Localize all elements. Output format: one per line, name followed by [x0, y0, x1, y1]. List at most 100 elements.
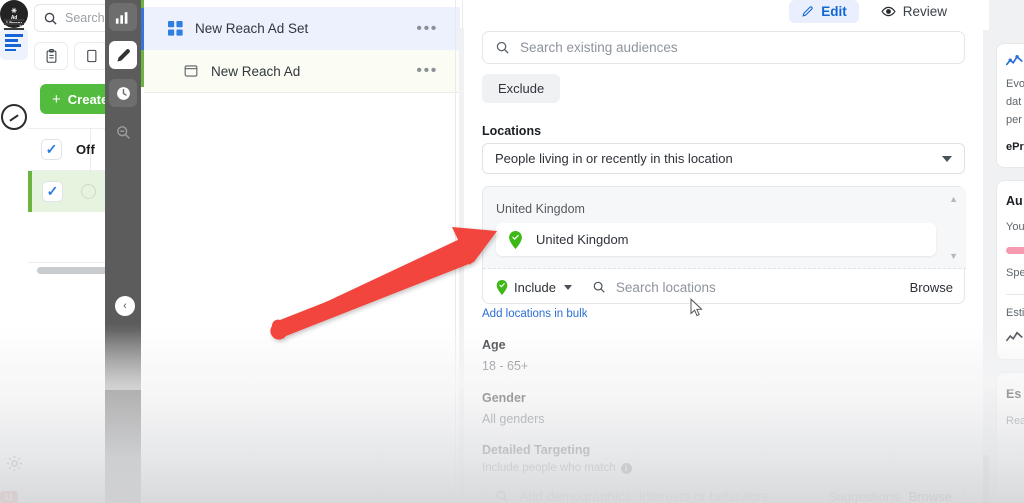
- detailed-targeting-sublabel-text: Include people who match: [482, 462, 616, 474]
- detailed-targeting-label: Detailed Targeting: [482, 443, 591, 457]
- suggestions-button[interactable]: Suggestions: [828, 489, 900, 503]
- card2-title: Au: [1006, 194, 1023, 208]
- card2-line-1: You: [1006, 221, 1024, 233]
- notification-badge[interactable]: 11: [0, 491, 18, 503]
- duplicate-icon[interactable]: [74, 42, 108, 70]
- list-toolbar: [34, 42, 108, 70]
- card2-line-2: Spe: [1006, 267, 1024, 279]
- chevron-down-icon: [563, 284, 572, 290]
- card3-title: Es: [1006, 387, 1022, 401]
- column-divider: [90, 128, 91, 212]
- accent-stripe-green-top: [141, 0, 144, 8]
- accent-stripe-blue: [141, 8, 144, 50]
- include-exclude-select[interactable]: Include: [496, 279, 572, 295]
- chevron-down-icon: [942, 155, 952, 162]
- gear-icon[interactable]: [2, 451, 26, 475]
- trend-line-icon: [1006, 55, 1023, 70]
- search-icon: [496, 490, 508, 502]
- selected-location-label: United Kingdom: [536, 232, 629, 247]
- plus-icon: +: [52, 90, 61, 108]
- panel-divider: [455, 0, 456, 503]
- accent-stripe-green-bottom: [141, 50, 144, 87]
- object-list-divider: [144, 92, 460, 93]
- card1-line-3: per: [1006, 114, 1022, 126]
- location-search-placeholder[interactable]: Search locations: [616, 280, 716, 295]
- info-icon[interactable]: i: [620, 462, 632, 474]
- detailed-targeting-placeholder: Add demographics, interests or behaviors: [519, 488, 769, 503]
- scroll-down-arrow-icon[interactable]: ▼: [949, 251, 958, 261]
- search-icon: [44, 12, 57, 25]
- right-info-panel: Evo dat per ePr Au You Spe Esti Es Rea: [989, 0, 1024, 503]
- browse-targeting-button[interactable]: Browse: [909, 489, 952, 503]
- screen-root: ✳ AdLibrary 11 Search: [0, 0, 1024, 503]
- locations-section-label: Locations: [482, 124, 542, 138]
- row-menu-icon[interactable]: •••: [416, 62, 438, 80]
- speedometer-icon[interactable]: [1, 104, 27, 130]
- map-pin-icon: [509, 230, 522, 249]
- pencil-icon: [802, 6, 813, 17]
- card1-line-2: dat: [1006, 96, 1022, 108]
- adset-grid-icon: [166, 20, 184, 38]
- bar-chart-icon[interactable]: [109, 3, 137, 31]
- exclude-button-label: Exclude: [498, 81, 545, 96]
- audience-search-input[interactable]: Search existing audiences: [482, 31, 965, 64]
- eye-icon: [881, 6, 896, 17]
- pencil-icon[interactable]: [109, 41, 137, 69]
- trend-line-icon: [1006, 331, 1023, 346]
- hamburger-icon[interactable]: [2, 12, 26, 36]
- row-status-circle: [81, 184, 96, 199]
- list-item[interactable]: New Reach Ad •••: [144, 50, 460, 92]
- map-pin-icon: [496, 279, 508, 295]
- estimated-results-card: Es Rea: [996, 372, 1024, 503]
- locations-footer: Include Search locations Browse: [483, 270, 966, 304]
- row-checkbox[interactable]: ✓: [42, 181, 63, 202]
- gender-label: Gender: [482, 391, 526, 405]
- row-menu-icon[interactable]: •••: [416, 20, 438, 38]
- browse-locations-button[interactable]: Browse: [910, 280, 953, 295]
- location-scope-select[interactable]: People living in or recently in this loc…: [482, 143, 965, 174]
- magnifier-minus-icon[interactable]: [109, 118, 137, 146]
- off-column-label: Off: [76, 142, 95, 157]
- detailed-targeting-sublabel: Include people who match i: [482, 462, 632, 474]
- edit-review-tabs: Edit Review: [789, 0, 959, 23]
- selected-location-chip[interactable]: United Kingdom: [496, 223, 936, 256]
- app-rail: ✳ AdLibrary 11: [0, 0, 28, 503]
- include-label: Include: [514, 279, 556, 295]
- ad-card-icon: [182, 62, 200, 80]
- ad-set-edit-panel: Edit Review Search existing audiences Ex…: [467, 0, 989, 503]
- mouse-cursor: [690, 298, 703, 317]
- header-checkbox[interactable]: ✓: [41, 139, 62, 160]
- card3-line-1: Rea: [1006, 415, 1024, 427]
- card-divider: [1006, 294, 1024, 295]
- audience-definition-card: Au You Spe Esti: [996, 180, 1024, 360]
- card1-bold-text: ePr: [1006, 141, 1024, 153]
- search-placeholder: Search: [65, 11, 105, 25]
- panel-scroll-gutter[interactable]: [459, 28, 464, 503]
- clipboard-icon[interactable]: [34, 42, 68, 70]
- exclude-button[interactable]: Exclude: [482, 74, 561, 103]
- tab-review[interactable]: Review: [869, 0, 959, 23]
- tab-edit[interactable]: Edit: [789, 0, 859, 23]
- search-icon: [593, 281, 605, 293]
- list-item[interactable]: New Reach Ad Set •••: [144, 7, 460, 50]
- create-button-label: Create: [67, 91, 109, 107]
- detailed-targeting-actions: Suggestions Browse: [828, 489, 952, 503]
- age-label: Age: [482, 338, 506, 352]
- card1-line-1: Evo: [1006, 78, 1024, 90]
- scroll-up-arrow-icon[interactable]: ▲: [949, 194, 958, 204]
- audience-search-placeholder: Search existing audiences: [520, 40, 678, 55]
- gender-value: All genders: [482, 412, 545, 426]
- list-item-label: New Reach Ad Set: [195, 21, 309, 36]
- clock-icon[interactable]: [109, 79, 137, 107]
- recording-toolbar: ‹: [105, 0, 141, 503]
- estimate-card-1: Evo dat per ePr: [996, 43, 1024, 168]
- add-locations-in-bulk-link[interactable]: Add locations in bulk: [482, 308, 587, 320]
- locations-box: United Kingdom United Kingdom ▲ ▼ Includ…: [482, 186, 966, 304]
- collapse-toolbar-button[interactable]: ‹: [115, 296, 135, 316]
- detailed-targeting-input[interactable]: Add demographics, interests or behaviors…: [482, 481, 965, 503]
- list-item-label: New Reach Ad: [211, 63, 301, 79]
- search-icon: [496, 41, 509, 54]
- tab-review-label: Review: [902, 4, 947, 19]
- object-list-panel: New Reach Ad Set ••• New Reach Ad •••: [144, 0, 464, 503]
- age-value: 18 - 65+: [482, 359, 529, 373]
